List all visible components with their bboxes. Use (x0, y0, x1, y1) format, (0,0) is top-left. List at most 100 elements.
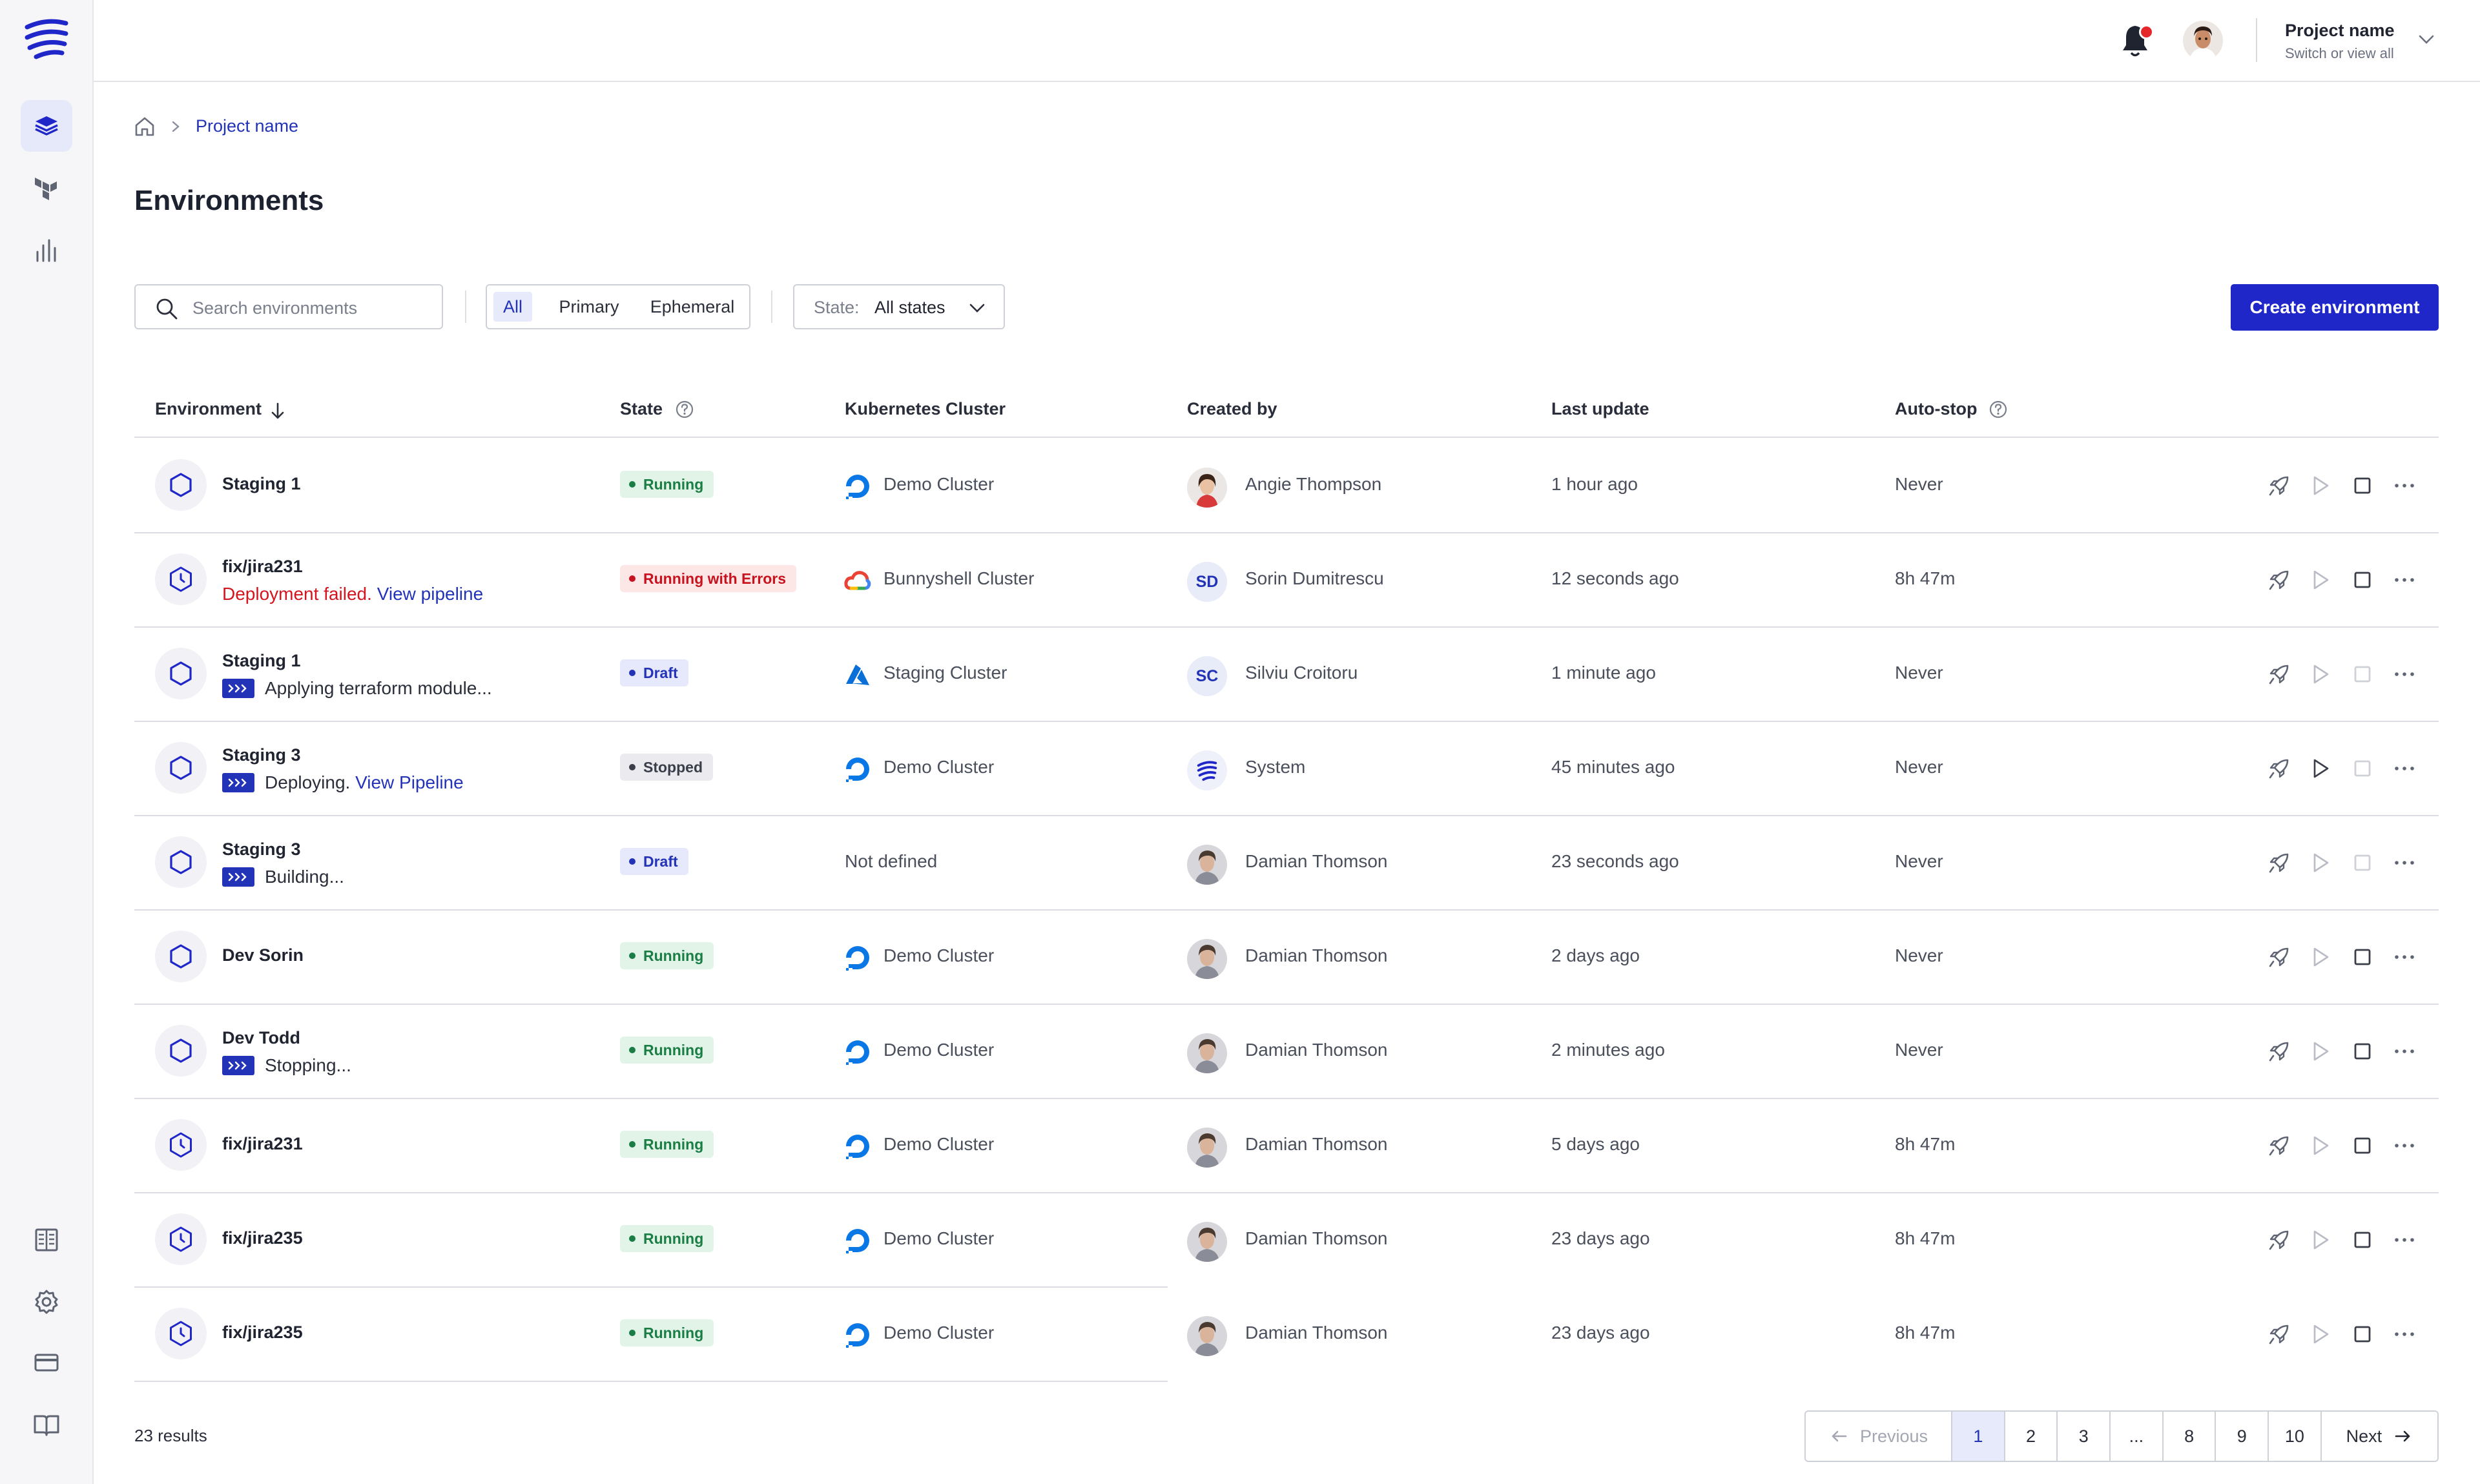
table-row[interactable]: Staging 3 Building... Draft Not defined Dami… (134, 815, 2439, 911)
nav-settings[interactable] (21, 1276, 72, 1328)
play-icon[interactable] (2307, 1038, 2334, 1065)
pagination-page[interactable]: 9 (2215, 1412, 2268, 1461)
more-options-icon[interactable] (2391, 1226, 2418, 1253)
deploy-rocket-icon[interactable] (2266, 661, 2293, 688)
more-options-icon[interactable] (2391, 661, 2418, 688)
create-environment-button[interactable]: Create environment (2231, 284, 2439, 331)
deploy-rocket-icon[interactable] (2266, 1132, 2293, 1159)
deploy-rocket-icon[interactable] (2266, 943, 2293, 971)
play-icon[interactable] (2307, 849, 2334, 876)
nav-docs[interactable] (21, 1399, 72, 1450)
nav-catalog[interactable] (21, 1214, 72, 1266)
environment-name[interactable]: fix/jira235 (222, 1228, 303, 1248)
user-avatar[interactable] (2183, 21, 2223, 61)
table-row[interactable]: Staging 1 Running Demo Cluster Angie Thomps… (134, 438, 2439, 533)
environment-hexagon-icon (170, 944, 192, 969)
pagination-page[interactable]: 3 (2056, 1412, 2109, 1461)
environment-name[interactable]: Dev Todd (222, 1028, 300, 1048)
stop-icon[interactable] (2349, 661, 2376, 688)
table-row[interactable]: Staging 3 Deploying. View Pipeline Stopped… (134, 721, 2439, 816)
project-switcher-subtitle[interactable]: Switch or view all (2285, 45, 2394, 62)
pagination-page[interactable]: 2 (2003, 1412, 2057, 1461)
pagination-next[interactable]: Next (2320, 1412, 2437, 1461)
auto-stop: 8h 47m (1895, 1134, 1956, 1154)
play-icon[interactable] (2307, 1321, 2334, 1348)
more-options-icon[interactable] (2391, 472, 2418, 499)
table-row[interactable]: fix/jira235 Running Demo Cluster Damian Tho… (134, 1192, 2439, 1288)
environment-name[interactable]: fix/jira235 (222, 1323, 303, 1343)
pagination-previous[interactable]: Previous (1806, 1412, 1951, 1461)
more-options-icon[interactable] (2391, 566, 2418, 593)
arrow-down-icon[interactable] (267, 400, 288, 421)
table-row[interactable]: Dev Todd Stopping... Running Demo Cluster Da… (134, 1004, 2439, 1099)
pagination-page[interactable]: 8 (2162, 1412, 2215, 1461)
environment-name[interactable]: Staging 1 (222, 651, 301, 671)
page-title: Environments (134, 185, 324, 216)
nav-terraform[interactable] (21, 163, 72, 215)
stop-icon[interactable] (2349, 943, 2376, 971)
stop-icon[interactable] (2349, 1038, 2376, 1065)
play-icon[interactable] (2307, 1132, 2334, 1159)
stop-icon[interactable] (2349, 1132, 2376, 1159)
stop-icon[interactable] (2349, 849, 2376, 876)
project-switcher-title[interactable]: Project name (2285, 21, 2395, 41)
nav-environments[interactable] (21, 100, 72, 152)
home-icon[interactable] (133, 115, 156, 138)
environment-name[interactable]: Staging 3 (222, 745, 301, 765)
table-row[interactable]: fix/jira231 Running Demo Cluster Damian Tho… (134, 1098, 2439, 1193)
filter-primary[interactable]: Primary (546, 292, 632, 322)
play-icon[interactable] (2307, 661, 2334, 688)
pagination-page[interactable]: 10 (2268, 1412, 2320, 1461)
more-options-icon[interactable] (2391, 1038, 2418, 1065)
environment-name[interactable]: fix/jira231 (222, 1134, 303, 1154)
play-icon[interactable] (2307, 472, 2334, 499)
environment-name[interactable]: Staging 3 (222, 840, 301, 860)
search-input[interactable] (191, 294, 433, 322)
table-row[interactable]: fix/jira235 Running Demo Cluster Damian Tho… (134, 1286, 2439, 1382)
bunnyshell-logo[interactable] (23, 18, 70, 59)
more-options-icon[interactable] (2391, 849, 2418, 876)
column-environment[interactable]: Environment (155, 399, 262, 419)
deploy-rocket-icon[interactable] (2266, 755, 2293, 782)
environment-type-icon (155, 553, 207, 605)
stop-icon[interactable] (2349, 1226, 2376, 1253)
pagination-page[interactable]: 1 (1951, 1412, 2004, 1461)
deploy-rocket-icon[interactable] (2266, 1321, 2293, 1348)
table-row[interactable]: Dev Sorin Running Demo Cluster Damian Thoms… (134, 909, 2439, 1005)
more-options-icon[interactable] (2391, 1132, 2418, 1159)
deploy-rocket-icon[interactable] (2266, 566, 2293, 593)
stop-icon[interactable] (2349, 472, 2376, 499)
stop-icon[interactable] (2349, 566, 2376, 593)
state-select[interactable]: State: All states (793, 284, 1005, 329)
auto-stop: 8h 47m (1895, 1228, 1956, 1248)
environment-name[interactable]: Staging 1 (222, 474, 301, 494)
nav-billing[interactable] (21, 1337, 72, 1388)
table-row[interactable]: Staging 1 Applying terraform module... Dra… (134, 626, 2439, 722)
view-pipeline-link[interactable]: View Pipeline (355, 772, 464, 793)
play-icon[interactable] (2307, 566, 2334, 593)
deploy-rocket-icon[interactable] (2266, 1038, 2293, 1065)
more-options-icon[interactable] (2391, 943, 2418, 971)
stop-icon[interactable] (2349, 755, 2376, 782)
chevron-down-icon[interactable] (2417, 32, 2436, 46)
filter-all[interactable]: All (493, 292, 532, 322)
help-circle-icon[interactable] (1988, 399, 2009, 420)
stop-icon[interactable] (2349, 1321, 2376, 1348)
table-row[interactable]: fix/jira231 Deployment failed. View pipel… (134, 532, 2439, 628)
play-icon[interactable] (2307, 1226, 2334, 1253)
nav-analytics[interactable] (21, 225, 72, 276)
environment-name[interactable]: fix/jira231 (222, 557, 303, 577)
environment-name[interactable]: Dev Sorin (222, 945, 304, 965)
breadcrumb-project[interactable]: Project name (196, 116, 298, 136)
play-icon[interactable] (2307, 755, 2334, 782)
help-circle-icon[interactable] (674, 399, 695, 420)
filter-ephemeral[interactable]: Ephemeral (642, 292, 743, 322)
deploy-rocket-icon[interactable] (2266, 849, 2293, 876)
deploy-rocket-icon[interactable] (2266, 1226, 2293, 1253)
search-box[interactable] (134, 284, 443, 329)
more-options-icon[interactable] (2391, 1321, 2418, 1348)
view-pipeline-link[interactable]: View pipeline (377, 584, 484, 604)
play-icon[interactable] (2307, 943, 2334, 971)
deploy-rocket-icon[interactable] (2266, 472, 2293, 499)
more-options-icon[interactable] (2391, 755, 2418, 782)
